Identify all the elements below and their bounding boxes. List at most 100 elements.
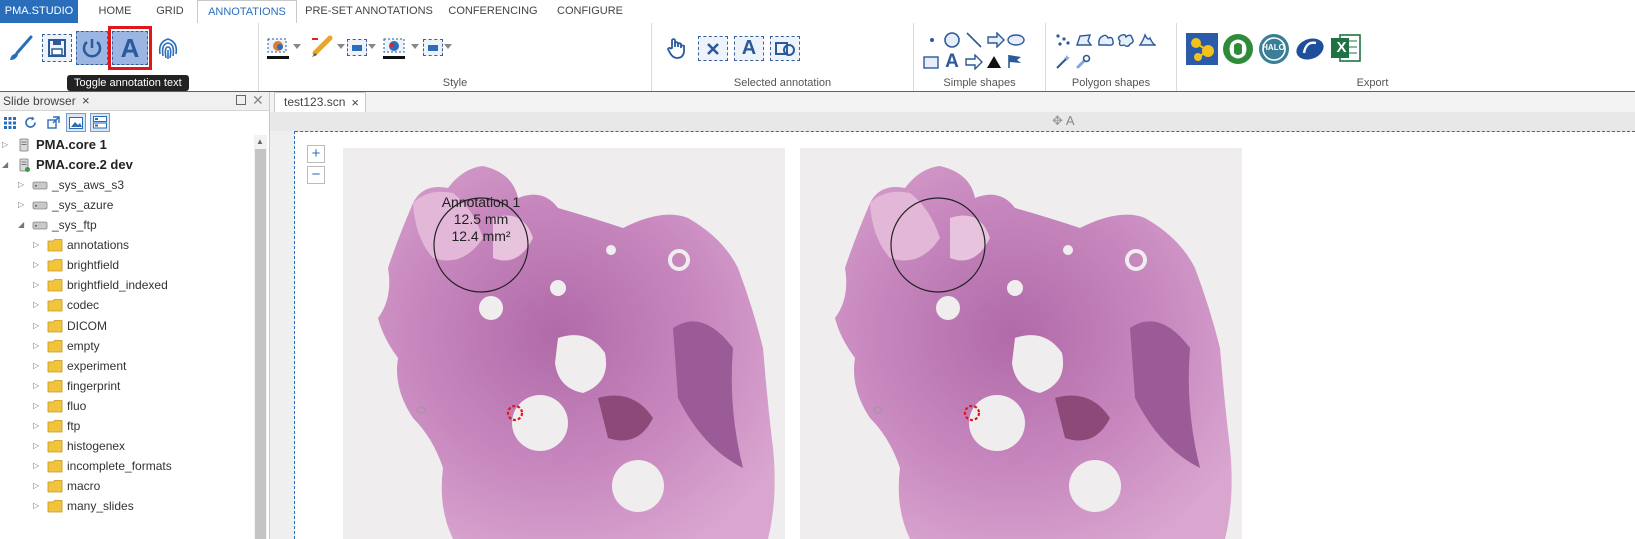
expand-arrow-icon[interactable]: ▷ [33, 336, 43, 356]
line-color-button[interactable] [308, 34, 336, 62]
line-thickness-button[interactable] [347, 39, 367, 56]
line-color-dropdown[interactable] [337, 41, 345, 53]
tab-pma-studio[interactable]: PMA.STUDIO [0, 0, 78, 23]
maximize-icon[interactable] [236, 95, 246, 105]
opacity-button[interactable] [423, 39, 443, 56]
expand-arrow-icon[interactable]: ▷ [33, 496, 43, 516]
export-aperio-button[interactable] [1293, 32, 1326, 65]
fingerprint-button[interactable] [152, 32, 184, 64]
annotations-ribbon: A Style A Selected annotation A Simple s… [0, 23, 1635, 93]
expand-arrow-icon[interactable]: ▷ [33, 316, 43, 336]
arrow-outline-tool[interactable] [964, 53, 984, 71]
grid-cell-left-edge[interactable] [270, 131, 295, 539]
point-tool[interactable] [926, 33, 938, 47]
edit-annotation-text-button[interactable]: A [734, 36, 764, 61]
tree-scrollbar[interactable]: ▲ [254, 135, 267, 539]
tree-item-label: histogenex [67, 439, 126, 454]
close-icon [707, 42, 719, 55]
brush-region-tool[interactable] [1074, 53, 1092, 71]
tab-annotations[interactable]: ANNOTATIONS [197, 0, 297, 24]
tab-conferencing[interactable]: CONFERENCING [444, 0, 542, 23]
zoom-out-button[interactable]: − [307, 166, 325, 184]
collapse-arrow-icon[interactable]: ◢ [2, 155, 12, 175]
flag-tool[interactable] [1005, 52, 1025, 70]
document-tab-close-button[interactable]: × [351, 93, 359, 112]
opacity-dropdown[interactable] [444, 41, 452, 53]
expand-arrow-icon[interactable]: ▷ [33, 376, 43, 396]
grid-view-button[interactable] [0, 113, 20, 132]
details-view-button[interactable] [90, 113, 110, 132]
expand-arrow-icon[interactable]: ▷ [18, 195, 28, 215]
fingerprint-icon [158, 38, 178, 59]
export-sedeen-button[interactable] [1221, 32, 1254, 65]
wand-region-tool[interactable] [1137, 32, 1157, 48]
blob-tool[interactable] [1116, 32, 1136, 48]
expand-arrow-icon[interactable]: ▷ [33, 416, 43, 436]
rectangle-tool[interactable] [922, 53, 940, 71]
fill-color-button[interactable] [264, 34, 292, 62]
halo-label: HALO [1262, 43, 1285, 52]
export-excel-button[interactable]: X [1329, 31, 1362, 65]
multi-point-tool[interactable] [1054, 32, 1072, 48]
close-panel-icon[interactable]: ✕ [252, 92, 264, 109]
tab-test123-scn[interactable]: test123.scn × [274, 92, 366, 112]
circle-tool[interactable] [942, 31, 962, 49]
open-external-button[interactable] [43, 113, 63, 132]
expand-arrow-icon[interactable]: ▷ [2, 135, 12, 155]
grid-cell-caption[interactable]: ✥ A [1052, 113, 1074, 129]
tab-pre-set-annotations[interactable]: PRE-SET ANNOTATIONS [300, 0, 438, 23]
expand-arrow-icon[interactable]: ▷ [33, 396, 43, 416]
edit-annotation-shape-button[interactable] [770, 36, 800, 61]
tab-home[interactable]: HOME [86, 0, 144, 23]
export-halo-button[interactable]: HALO [1257, 32, 1290, 65]
sedeen-logo-icon [1222, 33, 1253, 64]
delete-annotation-button[interactable] [698, 36, 728, 61]
slide-image-left[interactable]: Annotation 1 12.5 mm 12.4 mm² [343, 148, 785, 539]
save-annotations-button[interactable] [42, 34, 72, 62]
line-tool[interactable] [964, 31, 984, 49]
fill-pattern-dropdown[interactable] [411, 41, 419, 53]
expand-arrow-icon[interactable]: ▷ [33, 255, 43, 275]
toggle-annotations-button[interactable] [76, 31, 108, 65]
select-annotation-button[interactable] [662, 34, 690, 62]
move-icon[interactable]: ✥ [1052, 113, 1063, 128]
tab-grid[interactable]: GRID [146, 0, 194, 23]
refresh-button[interactable] [20, 113, 40, 132]
flag-icon [1008, 55, 1021, 68]
export-qupath-button[interactable] [1185, 32, 1218, 65]
collapse-arrow-icon[interactable]: ◢ [18, 215, 28, 235]
expand-arrow-icon[interactable]: ▷ [33, 456, 43, 476]
expand-arrow-icon[interactable]: ▷ [18, 175, 28, 195]
scrollbar-thumb[interactable] [255, 149, 266, 539]
tab-configure[interactable]: CONFIGURE [550, 0, 630, 23]
highlighted-tool-frame [108, 26, 152, 70]
expand-arrow-icon[interactable]: ▷ [33, 356, 43, 376]
expand-arrow-icon[interactable]: ▷ [33, 235, 43, 255]
scroll-up-icon[interactable]: ▲ [256, 137, 264, 146]
zoom-in-button[interactable]: + [307, 145, 325, 163]
slide-image-right[interactable] [800, 148, 1242, 539]
magic-wand-icon [1056, 55, 1070, 69]
triangle-icon [987, 56, 1001, 68]
expand-arrow-icon[interactable]: ▷ [33, 476, 43, 496]
expand-arrow-icon[interactable]: ▷ [33, 436, 43, 456]
line-thickness-dropdown[interactable] [368, 41, 376, 53]
fill-pattern-button[interactable] [380, 34, 408, 62]
grid-cell-header[interactable]: ✥ A [270, 112, 1635, 132]
freehand-draw-button[interactable] [6, 33, 36, 63]
brush-icon [10, 35, 33, 60]
thumbnail-view-button[interactable] [66, 113, 86, 132]
triangle-tool[interactable] [984, 53, 1004, 71]
fill-color-dropdown[interactable] [293, 41, 301, 53]
polygon-tool[interactable] [1074, 32, 1094, 48]
annotation-label[interactable]: Annotation 1 12.5 mm 12.4 mm² [428, 194, 534, 245]
text-tool[interactable]: A [942, 51, 962, 72]
freehand-shape-icon [1098, 34, 1114, 46]
slide-browser-close-button[interactable]: × [82, 93, 90, 108]
arrow-tool[interactable] [986, 31, 1006, 49]
magic-wand-tool[interactable] [1054, 53, 1072, 71]
expand-arrow-icon[interactable]: ▷ [33, 275, 43, 295]
expand-arrow-icon[interactable]: ▷ [33, 295, 43, 315]
closed-freehand-tool[interactable] [1096, 32, 1116, 48]
ellipse-tool[interactable] [1006, 31, 1026, 49]
